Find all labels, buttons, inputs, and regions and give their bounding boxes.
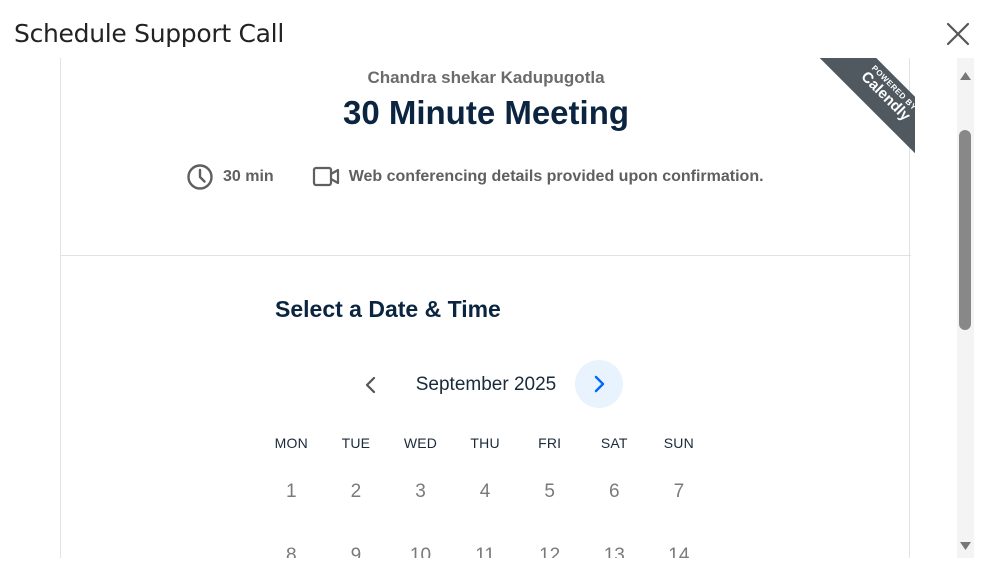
next-month-button[interactable] [575,360,623,408]
event-name: 30 Minute Meeting [342,94,630,131]
location-detail: Web conferencing details provided upon c… [312,165,764,189]
event-details: 30 min Web conferencing details provided… [186,162,764,192]
vertical-scrollbar[interactable] [957,58,974,558]
calendar-day: 14 [668,545,690,558]
calendar-day: 2 [350,481,362,502]
dialog-header: Schedule Support Call [0,0,986,58]
calendar-day: 13 [603,545,625,558]
previous-month-button[interactable] [351,362,391,408]
dialog-title: Schedule Support Call [14,19,284,48]
weekday-wed: WED [403,435,438,451]
video-camera-icon [312,166,339,187]
weekday-header: MON TUE WED THU FRI SAT SUN [259,435,711,451]
weekday-tue: TUE [341,435,371,451]
weekday-sun: SUN [663,435,694,451]
calendar-day: 9 [350,545,362,558]
chevron-left-icon [365,376,376,394]
calendar-day: 11 [475,545,495,558]
close-icon [946,22,970,46]
calendar-day: 12 [539,545,561,558]
calendar-day: 6 [608,481,620,502]
weekday-mon: MON [274,435,308,451]
select-date-title: Select a Date & Time [275,296,501,322]
scroll-up-button[interactable] [959,68,972,80]
duration-detail: 30 min [186,163,274,191]
scheduler-card: POWERED BY Calendly Chandra shekar Kadup… [60,58,915,558]
weekday-fri: FRI [538,435,562,451]
organizer-name: Chandra shekar Kadupugotla [367,68,605,87]
weekday-thu: THU [470,435,500,451]
divider [61,255,911,256]
calendar-day: 5 [544,481,555,502]
chevron-right-icon [594,375,605,393]
calendar-week: 8 9 10 11 12 13 14 [259,545,711,558]
month-navigation: September 2025 [351,360,631,410]
calendar-day: 1 [286,481,297,502]
weekday-sat: SAT [600,435,628,451]
calendar-day: 4 [479,481,491,502]
location-text: Web conferencing details provided upon c… [348,168,764,185]
calendar-day: 7 [673,481,685,502]
scheduler-frame: POWERED BY Calendly Chandra shekar Kadup… [0,58,986,558]
calendar-day: 10 [409,545,432,558]
triangle-down-icon [960,542,971,550]
calendar-day: 8 [286,545,297,558]
scrollbar-thumb[interactable] [959,130,971,330]
duration-text: 30 min [223,168,274,185]
calendar-week: 1 2 3 4 5 6 7 [259,481,711,503]
triangle-up-icon [960,72,971,80]
month-label: September 2025 [415,374,557,395]
scroll-down-button[interactable] [959,538,972,550]
calendar-day: 3 [415,481,426,502]
close-button[interactable] [942,18,974,50]
clock-icon [187,164,213,190]
